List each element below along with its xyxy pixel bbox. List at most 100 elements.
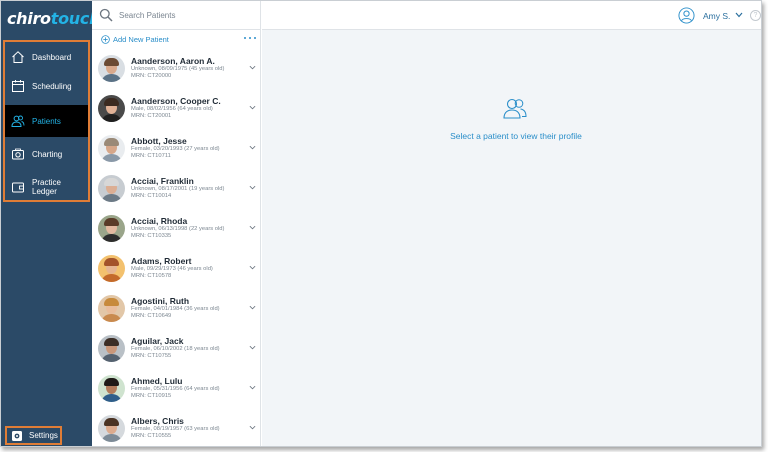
top-bar: Amy S. ? — [262, 1, 761, 30]
patients-icon — [11, 114, 25, 128]
chirotouch-logo: chiro touch — [7, 7, 100, 29]
sidebar-item-practice-ledger[interactable]: Practice Ledger — [5, 172, 88, 202]
chevron-down-icon[interactable] — [735, 12, 743, 18]
patient-mrn: MRN: CT10578 — [131, 273, 172, 279]
patient-row[interactable]: Ahmed, Lulu Female, 05/31/1956 (64 years … — [92, 368, 261, 408]
patient-row[interactable]: Aguilar, Jack Female, 06/10/2002 (18 year… — [92, 328, 261, 368]
patient-name: Aguilar, Jack — [131, 335, 184, 346]
patients-placeholder-icon — [503, 98, 527, 119]
patient-mrn: MRN: CT10555 — [131, 433, 172, 439]
patient-row[interactable]: Albers, Chris Female, 08/19/1957 (63 year… — [92, 408, 261, 446]
plus-circle-icon — [101, 34, 110, 44]
chevron-down-icon[interactable] — [249, 64, 256, 71]
chevron-down-icon[interactable] — [249, 304, 256, 311]
patient-row[interactable]: Acciai, Rhoda Unknown, 06/13/1998 (22 yea… — [92, 208, 261, 248]
avatar — [98, 294, 125, 322]
patient-mrn: MRN: CT10915 — [131, 393, 172, 399]
settings-label: Settings — [29, 431, 58, 440]
main-nav: Dashboard Scheduling Patients Charting P… — [3, 40, 90, 202]
patient-details: Unknown, 08/17/2001 (19 years old) — [131, 185, 225, 192]
avatar — [98, 414, 125, 442]
chevron-down-icon[interactable] — [249, 104, 256, 111]
main-content: Amy S. ? Select a patient to view their … — [262, 1, 761, 446]
chevron-down-icon[interactable] — [249, 144, 256, 151]
gear-icon — [11, 430, 23, 442]
chevron-down-icon[interactable] — [249, 384, 256, 391]
patient-name: Adams, Robert — [131, 255, 192, 266]
add-new-patient-button[interactable]: Add New Patient — [101, 35, 169, 44]
patient-name: Agostini, Ruth — [131, 295, 190, 306]
avatar — [98, 94, 125, 122]
wallet-icon — [11, 180, 25, 194]
patient-details: Female, 08/19/1957 (63 years old) — [131, 425, 220, 432]
camera-icon — [11, 147, 25, 161]
patient-details: Male, 08/02/1956 (64 years old) — [131, 105, 213, 112]
patient-details: Female, 03/20/1993 (27 years old) — [131, 145, 220, 152]
patient-row[interactable]: Aanderson, Cooper C. Male, 08/02/1956 (64… — [92, 88, 261, 128]
patient-mrn: MRN: CT10649 — [131, 313, 172, 319]
avatar — [98, 374, 125, 402]
patient-mrn: MRN: CT20000 — [131, 73, 172, 79]
patient-details: Unknown, 08/09/1975 (45 years old) — [131, 65, 225, 72]
patient-details: Female, 05/31/1956 (64 years old) — [131, 385, 220, 392]
patient-name: Aanderson, Aaron A. — [131, 55, 215, 66]
user-name[interactable]: Amy S. — [703, 11, 730, 21]
avatar — [98, 214, 125, 242]
chevron-down-icon[interactable] — [249, 184, 256, 191]
sidebar-item-dashboard[interactable]: Dashboard — [5, 42, 88, 72]
chevron-down-icon[interactable] — [249, 424, 256, 431]
patient-mrn: MRN: CT10755 — [131, 353, 172, 359]
patient-details: Unknown, 06/13/1998 (22 years old) — [131, 225, 225, 232]
chevron-down-icon[interactable] — [249, 264, 256, 271]
patient-row[interactable]: Adams, Robert Male, 09/29/1973 (46 years … — [92, 248, 261, 288]
avatar — [98, 54, 125, 82]
chevron-down-icon[interactable] — [249, 224, 256, 231]
help-icon[interactable]: ? — [750, 10, 761, 21]
sidebar-item-scheduling[interactable]: Scheduling — [5, 71, 88, 101]
help-glyph: ? — [753, 12, 758, 19]
patient-name: Albers, Chris — [131, 415, 184, 426]
patient-mrn: MRN: CT10014 — [131, 193, 172, 199]
patient-details: Female, 04/01/1984 (36 years old) — [131, 305, 220, 312]
list-toolbar: Add New Patient — [92, 31, 261, 47]
patient-details: Male, 09/29/1973 (46 years old) — [131, 265, 213, 272]
sidebar-item-label: Dashboard — [32, 52, 72, 62]
patient-name: Aanderson, Cooper C. — [131, 95, 221, 106]
patient-details: Female, 06/10/2002 (18 years old) — [131, 345, 220, 352]
patient-name: Acciai, Franklin — [131, 175, 194, 186]
avatar — [98, 334, 125, 362]
sidebar-item-charting[interactable]: Charting — [5, 139, 88, 169]
patient-list-panel: Add New Patient Aanderson, Aaron A.Unkno… — [92, 1, 261, 446]
search-input[interactable] — [119, 10, 239, 20]
add-new-patient-label: Add New Patient — [113, 34, 169, 44]
patient-row[interactable]: Aanderson, Aaron A. Unknown, 08/09/1975 (… — [92, 48, 261, 88]
patient-row[interactable]: Agostini, Ruth Female, 04/01/1984 (36 yea… — [92, 288, 261, 328]
home-icon — [11, 50, 25, 64]
avatar — [98, 134, 125, 162]
chevron-down-icon[interactable] — [249, 344, 256, 351]
patient-row[interactable]: Acciai, Franklin Unknown, 08/17/2001 (19 … — [92, 168, 261, 208]
sidebar-item-label: Charting — [32, 149, 63, 159]
avatar — [98, 174, 125, 202]
sidebar-item-settings[interactable]: Settings — [5, 426, 62, 445]
patient-row[interactable]: Abbott, Jesse Female, 03/20/1993 (27 year… — [92, 128, 261, 168]
sidebar-item-patients[interactable]: Patients — [5, 105, 88, 137]
sidebar-item-label: Scheduling — [32, 81, 72, 91]
sidebar-item-label: Practice Ledger — [32, 178, 61, 196]
search-bar — [92, 1, 261, 30]
patient-name: Ahmed, Lulu — [131, 375, 183, 386]
sidebar-item-label: Patients — [32, 116, 61, 126]
more-options-icon[interactable] — [244, 34, 256, 42]
patient-mrn: MRN: CT20001 — [131, 113, 172, 119]
avatar — [98, 254, 125, 282]
logo-text-chiro: chiro — [7, 8, 51, 28]
calendar-icon — [11, 79, 25, 93]
patient-name: Abbott, Jesse — [131, 135, 187, 146]
patient-mrn: MRN: CT10711 — [131, 153, 171, 159]
search-icon — [99, 8, 113, 22]
app-window: chiro touch Dashboard Scheduling Patients — [0, 0, 762, 447]
user-avatar-icon[interactable] — [678, 7, 695, 24]
sidebar: chiro touch Dashboard Scheduling Patients — [1, 1, 100, 446]
patient-name: Acciai, Rhoda — [131, 215, 188, 226]
patient-mrn: MRN: CT10335 — [131, 233, 172, 239]
